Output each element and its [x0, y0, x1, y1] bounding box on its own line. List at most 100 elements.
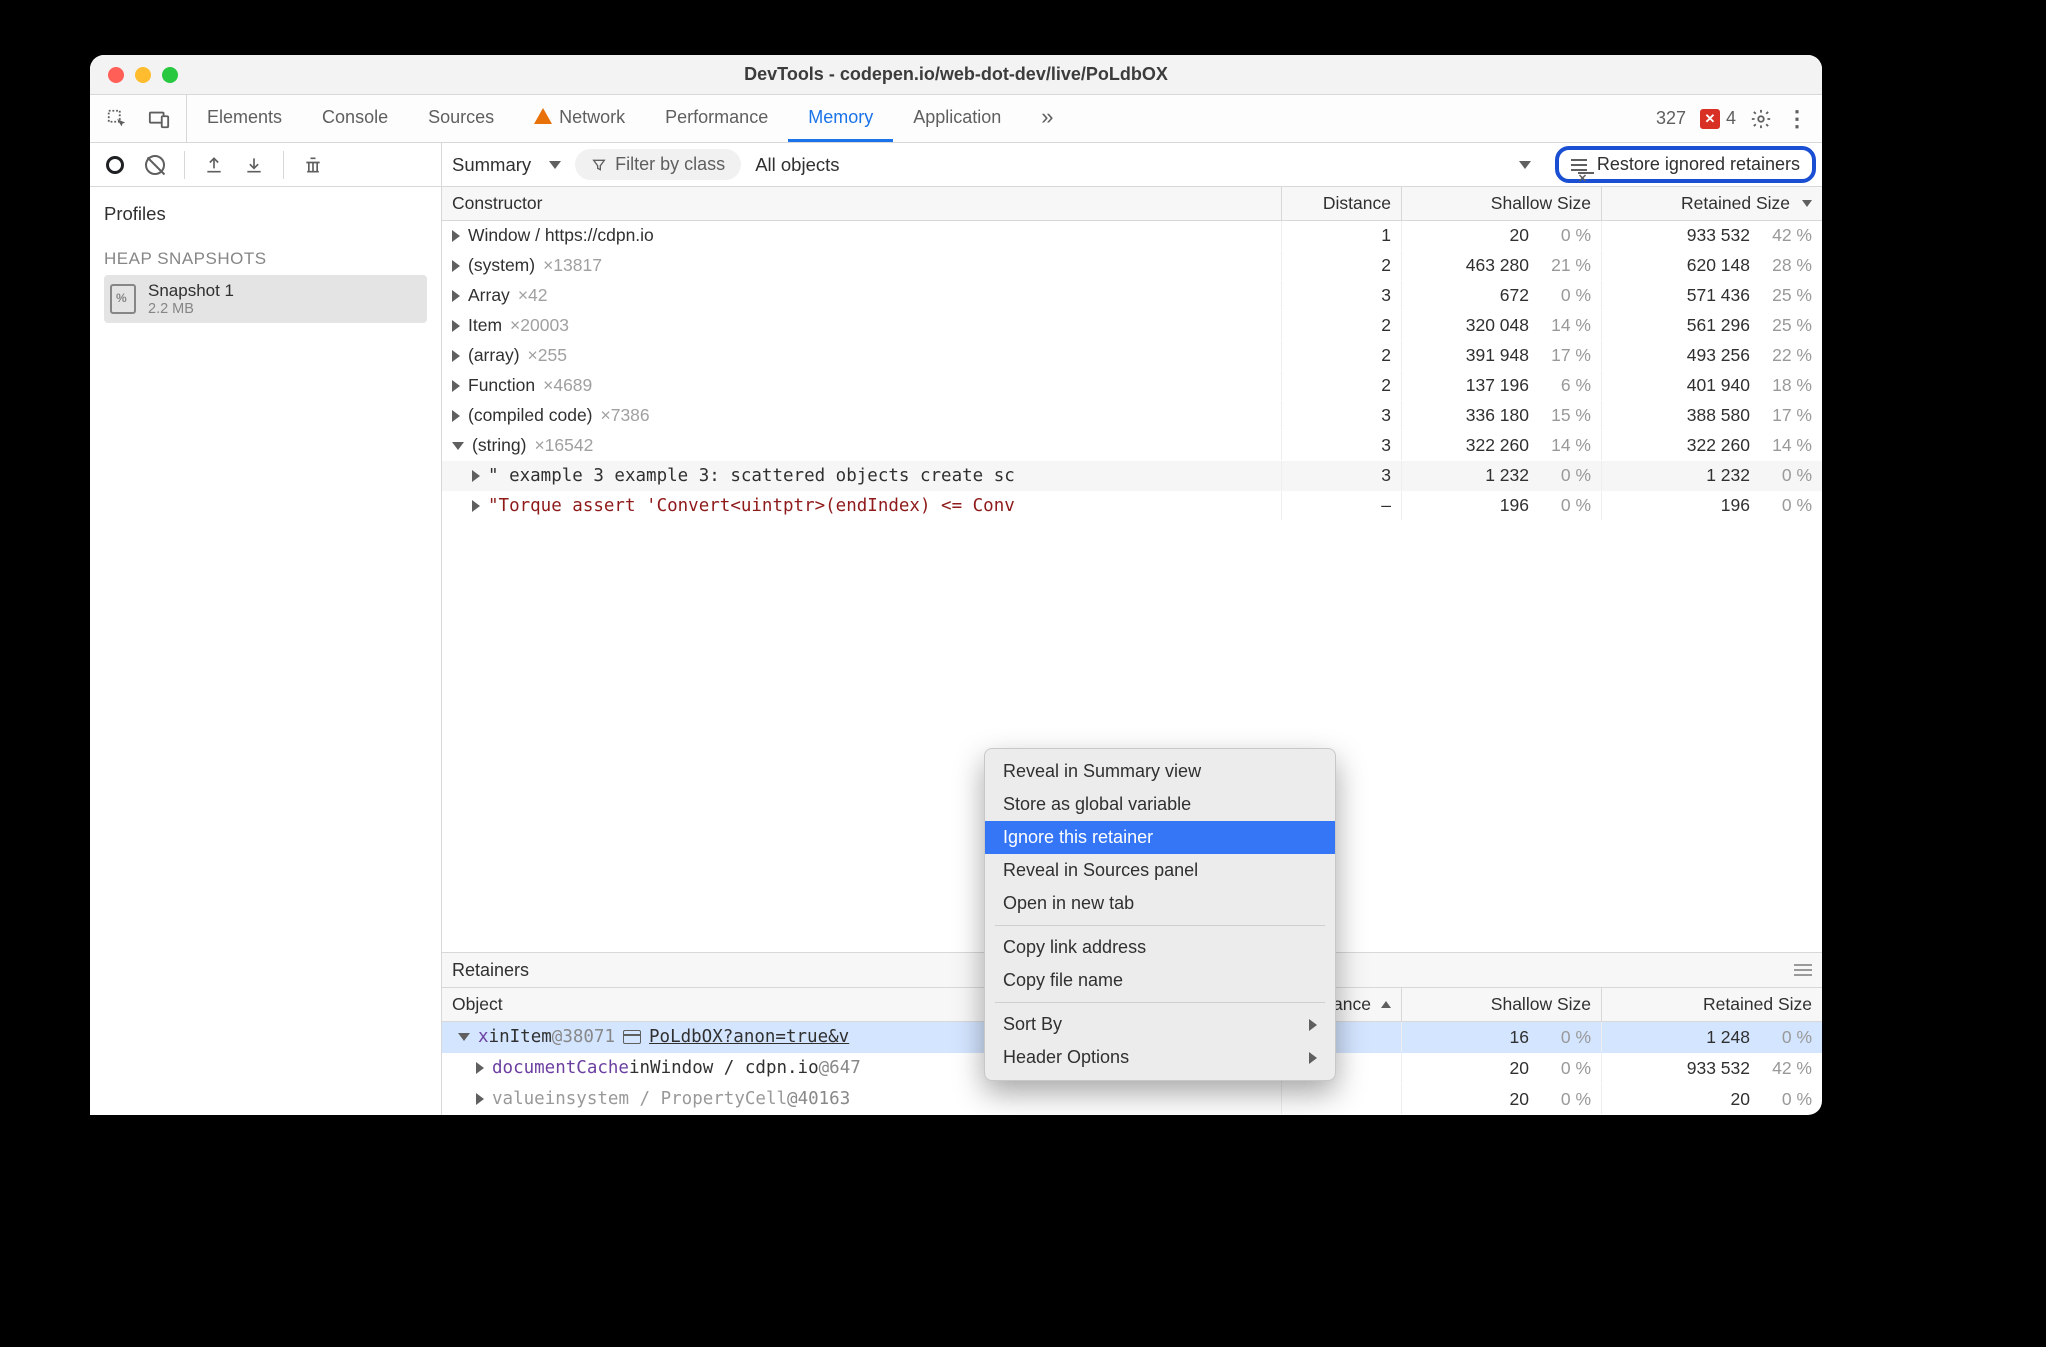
col-distance[interactable]: Distance — [1282, 187, 1402, 220]
instance-count: ×255 — [528, 345, 567, 366]
list-clear-icon: ✕ — [1571, 159, 1587, 171]
shallow-cell: 160 % — [1402, 1022, 1602, 1052]
col-retained-size[interactable]: Retained Size — [1602, 187, 1822, 220]
col-shallow-size[interactable]: Shallow Size — [1402, 187, 1602, 220]
context-menu-item[interactable]: Reveal in Summary view — [985, 755, 1335, 788]
retainers-menu-icon[interactable] — [1794, 964, 1812, 976]
disclosure-triangle-icon[interactable] — [452, 380, 460, 392]
record-button[interactable] — [104, 154, 126, 176]
disclosure-triangle-icon[interactable] — [452, 350, 460, 362]
disclosure-triangle-icon[interactable] — [452, 230, 460, 242]
more-options-icon[interactable]: ⋮ — [1786, 108, 1808, 130]
context-menu-item[interactable]: Store as global variable — [985, 788, 1335, 821]
tab-application[interactable]: Application — [893, 95, 1021, 142]
col-retained-size[interactable]: Retained Size — [1602, 988, 1822, 1021]
more-tabs-button[interactable]: » — [1021, 95, 1073, 142]
snapshot-text: Snapshot 1 2.2 MB — [148, 281, 234, 317]
disclosure-triangle-icon[interactable] — [452, 320, 460, 332]
context-menu-item[interactable]: Reveal in Sources panel — [985, 854, 1335, 887]
zoom-window-button[interactable] — [162, 67, 178, 83]
table-row[interactable]: (array)×2552391 94817 %493 25622 % — [442, 341, 1822, 371]
retainers-title: Retainers — [452, 960, 529, 981]
warnings-count[interactable]: 327 — [1650, 108, 1686, 129]
tab-sources[interactable]: Sources — [408, 95, 514, 142]
source-link[interactable]: PoLdbOX?anon=true&v — [649, 1027, 849, 1047]
errors-count[interactable]: ✕ 4 — [1700, 108, 1736, 129]
table-row[interactable]: Item×200032320 04814 %561 29625 % — [442, 311, 1822, 341]
disclosure-triangle-icon[interactable] — [452, 290, 460, 302]
retained-cell: 1 2480 % — [1602, 1022, 1822, 1052]
filter-icon — [591, 157, 607, 173]
shallow-cell: 200 % — [1402, 1084, 1602, 1114]
disclosure-triangle-icon[interactable] — [472, 470, 480, 482]
context-menu-item[interactable]: Copy link address — [985, 931, 1335, 964]
property-name: x — [478, 1027, 489, 1047]
tab-network[interactable]: Network — [514, 95, 645, 142]
tab-elements[interactable]: Elements — [187, 95, 302, 142]
tabbar: Elements Console Sources Network Perform… — [90, 95, 1822, 143]
restore-ignored-retainers-button[interactable]: ✕ Restore ignored retainers — [1555, 146, 1816, 183]
disclosure-triangle-icon[interactable] — [452, 410, 460, 422]
inspect-element-icon[interactable] — [106, 108, 128, 130]
retainer-row[interactable]: value in system / PropertyCell @40163200… — [442, 1084, 1822, 1115]
disclosure-triangle-icon[interactable] — [458, 1033, 470, 1041]
table-row[interactable]: "Torque assert 'Convert<uintptr>(endInde… — [442, 491, 1822, 521]
instance-count: ×13817 — [543, 255, 602, 276]
settings-gear-icon[interactable] — [1750, 108, 1772, 130]
in-text: in — [545, 1089, 566, 1109]
table-row[interactable]: (compiled code)×73863336 18015 %388 5801… — [442, 401, 1822, 431]
distance-cell: 3 — [1282, 431, 1402, 460]
clear-button[interactable] — [144, 154, 166, 176]
disclosure-triangle-icon[interactable] — [472, 500, 480, 512]
disclosure-triangle-icon[interactable] — [452, 260, 460, 272]
instance-count: ×16542 — [534, 435, 593, 456]
retained-cell: 561 29625 % — [1602, 311, 1822, 340]
table-row[interactable]: Array×4236720 %571 43625 % — [442, 281, 1822, 311]
object-id: @647 — [819, 1058, 861, 1078]
main-toolbar: Summary Filter by class All objects ✕ Re… — [442, 143, 1822, 187]
tab-performance[interactable]: Performance — [645, 95, 788, 142]
device-toggle-icon[interactable] — [148, 108, 170, 130]
tab-console[interactable]: Console — [302, 95, 408, 142]
retained-label: Retained Size — [1681, 193, 1790, 214]
context-menu-item[interactable]: Copy file name — [985, 964, 1335, 997]
tab-memory[interactable]: Memory — [788, 95, 893, 142]
shallow-cell: 320 04814 % — [1402, 311, 1602, 340]
table-row[interactable]: " example 3 example 3: scattered objects… — [442, 461, 1822, 491]
snapshot-item[interactable]: Snapshot 1 2.2 MB — [104, 275, 427, 323]
heap-snapshots-heading: HEAP SNAPSHOTS — [104, 239, 427, 275]
distance-cell: 2 — [1282, 371, 1402, 400]
disclosure-triangle-icon[interactable] — [452, 442, 464, 450]
minimize-window-button[interactable] — [135, 67, 151, 83]
filter-label: Filter by class — [615, 154, 725, 175]
disclosure-triangle-icon[interactable] — [476, 1062, 484, 1074]
retained-cell: 388 58017 % — [1602, 401, 1822, 430]
constructor-name: Function — [468, 375, 535, 396]
collect-garbage-icon[interactable] — [302, 154, 324, 176]
window-title: DevTools - codepen.io/web-dot-dev/live/P… — [90, 64, 1822, 85]
table-row[interactable]: (system)×138172463 28021 %620 14828 % — [442, 251, 1822, 281]
divider — [283, 151, 284, 179]
string-value: " example 3 example 3: scattered objects… — [488, 466, 1015, 486]
summary-dropdown[interactable]: Summary — [452, 154, 561, 176]
table-row[interactable]: Function×46892137 1966 %401 94018 % — [442, 371, 1822, 401]
disclosure-triangle-icon[interactable] — [476, 1093, 484, 1105]
context-menu-item[interactable]: Header Options — [985, 1041, 1335, 1074]
retained-cell: 933 53242 % — [1602, 221, 1822, 250]
close-window-button[interactable] — [108, 67, 124, 83]
col-constructor[interactable]: Constructor — [442, 187, 1282, 220]
filter-by-class[interactable]: Filter by class — [575, 149, 741, 180]
distance-cell: 2 — [1282, 311, 1402, 340]
all-objects-dropdown[interactable] — [1519, 161, 1531, 169]
shallow-cell: 1960 % — [1402, 491, 1602, 520]
shallow-cell: 391 94817 % — [1402, 341, 1602, 370]
load-profile-icon[interactable] — [203, 154, 225, 176]
context-menu-item[interactable]: Ignore this retainer — [985, 821, 1335, 854]
context-menu-item[interactable]: Sort By — [985, 1008, 1335, 1041]
table-row[interactable]: (string)×165423322 26014 %322 26014 % — [442, 431, 1822, 461]
col-shallow-size[interactable]: Shallow Size — [1402, 988, 1602, 1021]
save-profile-icon[interactable] — [243, 154, 265, 176]
shallow-cell: 463 28021 % — [1402, 251, 1602, 280]
context-menu-item[interactable]: Open in new tab — [985, 887, 1335, 920]
table-row[interactable]: Window / https://cdpn.io1200 %933 53242 … — [442, 221, 1822, 251]
